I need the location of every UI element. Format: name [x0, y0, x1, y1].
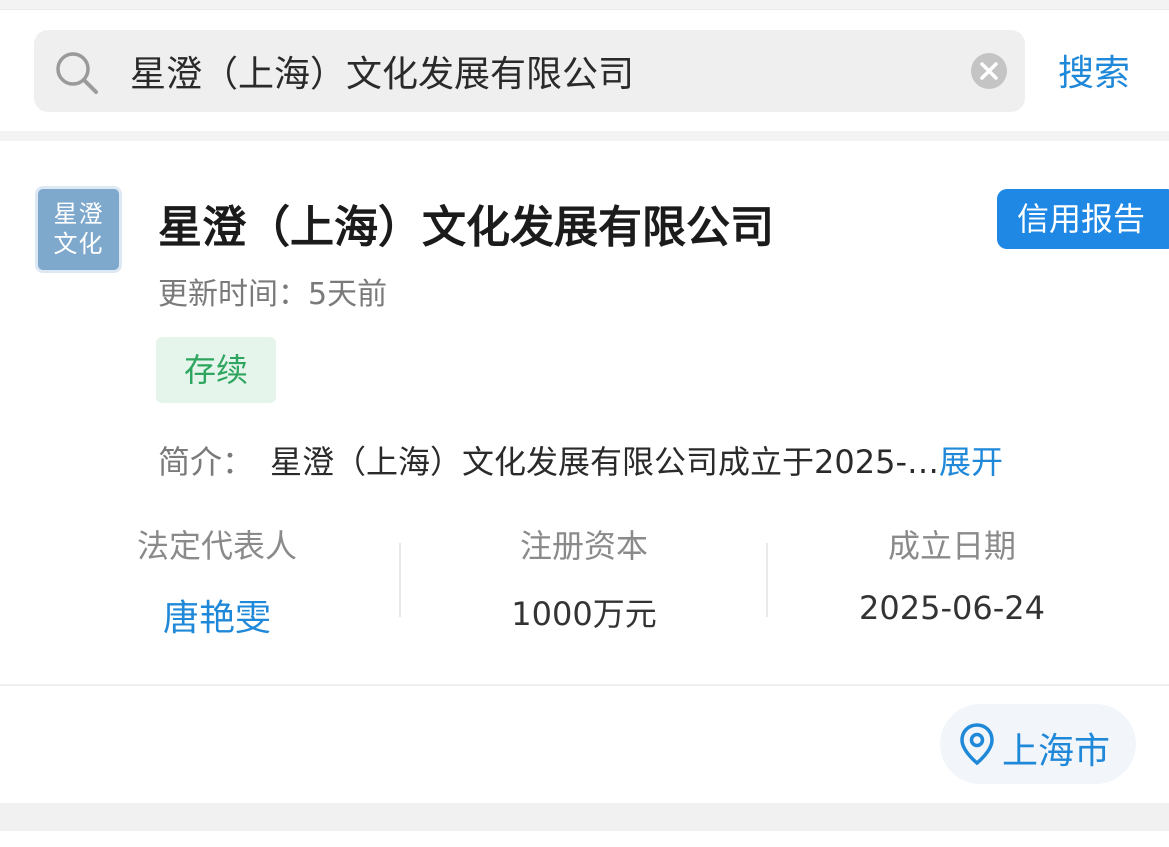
stat-founded-date: 成立日期 2025-06-24	[772, 521, 1132, 627]
intro-text: 星澄（上海）文化发展有限公司成立于2025-…	[270, 443, 940, 481]
expand-link[interactable]: 展开	[939, 443, 1003, 481]
status-badge: 存续	[156, 337, 276, 403]
stat-legal-representative: 法定代表人 唐艳雯	[37, 521, 397, 641]
legal-rep-link[interactable]: 唐艳雯	[37, 589, 397, 641]
search-bar[interactable]	[34, 30, 1025, 112]
intro-label: 简介：	[158, 443, 255, 481]
company-name[interactable]: 星澄（上海）文化发展有限公司	[158, 191, 774, 255]
intro-row: 简介： 星澄（上海）文化发展有限公司成立于2025-…展开	[158, 437, 1003, 483]
founded-value: 2025-06-24	[859, 589, 1045, 627]
update-time: 更新时间：5天前	[158, 277, 388, 312]
company-logo: 星澄 文化	[35, 186, 122, 273]
legal-rep-label: 法定代表人	[136, 527, 297, 565]
company-card[interactable]: 星澄 文化 星澄（上海）文化发展有限公司 信用报告 更新时间：5天前 存续 简介…	[0, 141, 1169, 803]
capital-label: 注册资本	[519, 527, 648, 565]
card-divider	[0, 684, 1169, 686]
capital-value: 1000万元	[511, 595, 657, 633]
credit-report-button[interactable]: 信用报告	[997, 189, 1169, 249]
next-card-peek	[0, 831, 1169, 847]
stat-registered-capital: 注册资本 1000万元	[404, 521, 764, 635]
stat-divider	[766, 543, 768, 617]
region-tag[interactable]: 上海市	[940, 704, 1136, 784]
company-stats: 法定代表人 唐艳雯 注册资本 1000万元 成立日期 2025-06-24	[0, 521, 1169, 639]
logo-text-line1: 星澄	[53, 200, 104, 228]
search-icon	[56, 52, 98, 94]
search-input[interactable]	[130, 30, 950, 112]
search-button[interactable]: 搜索	[1058, 44, 1130, 96]
section-divider	[0, 131, 1169, 141]
bottom-divider	[0, 803, 1169, 831]
stat-divider	[399, 543, 401, 617]
region-label: 上海市	[1002, 731, 1111, 772]
founded-label: 成立日期	[887, 527, 1016, 565]
location-icon	[960, 723, 994, 766]
clear-icon[interactable]	[970, 52, 1008, 90]
logo-text-line2: 文化	[53, 230, 104, 258]
top-divider	[0, 0, 1169, 10]
